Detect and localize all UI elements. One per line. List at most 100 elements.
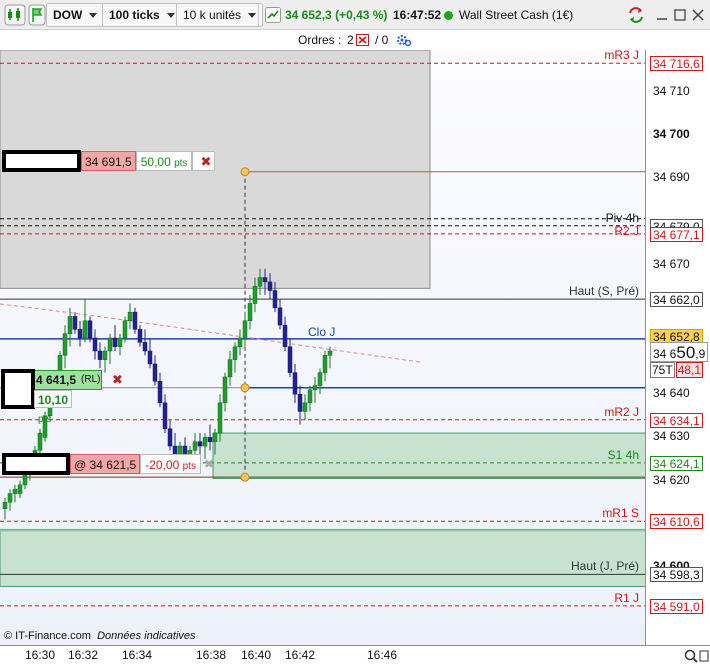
- period-selector[interactable]: 100 ticks: [102, 3, 182, 27]
- limit-order-ticket[interactable]: @ 34 621,5 -20,00 pts ✖: [2, 453, 217, 475]
- stop-order-price: 34 691,5: [81, 151, 136, 171]
- sync-icon[interactable]: [626, 3, 646, 27]
- price-axis[interactable]: 34 710 34 700 34 690 34 670 34 640 34 630 34 6…: [647, 50, 710, 645]
- level-value-9: 34 610,6: [650, 514, 703, 530]
- disclaimer-text: Données indicatives: [97, 630, 196, 642]
- candle-body-65: [327, 350, 333, 356]
- maximize-icon[interactable]: [674, 3, 686, 27]
- candle-body-46: [232, 346, 238, 360]
- candle-body-22: [112, 337, 118, 347]
- candle-body-20: [102, 350, 108, 360]
- stop-order-pts-value: 50,00: [140, 155, 171, 169]
- orders-count: 2: [347, 33, 354, 47]
- candle-body-30: [152, 363, 158, 382]
- candle-body-41: [207, 437, 213, 442]
- current-price-suffix: ,9: [695, 346, 706, 361]
- instrument-name: Wall Street Cash (1€): [459, 8, 574, 22]
- price-tick: 34 620: [653, 472, 690, 487]
- chart-footer: © IT-Finance.com Données indicatives: [4, 630, 196, 642]
- symbol-label: DOW: [53, 8, 83, 22]
- level-value-3: 34 677,1: [650, 226, 703, 242]
- units-selector[interactable]: 10 k unités: [176, 3, 264, 27]
- time-tick: 16:38: [196, 648, 227, 662]
- limit-order-price: @ 34 621,5: [70, 454, 141, 474]
- candle-body-56: [282, 324, 288, 347]
- current-price-big: 50: [676, 342, 696, 362]
- candle-body-18: [92, 337, 98, 352]
- candle-body-21: [107, 337, 113, 352]
- level-value-4: 34 662,0: [650, 292, 703, 308]
- toolbar-divider: [258, 4, 259, 26]
- candle-body-12: [62, 333, 68, 356]
- level-value-8: 34 624,1: [650, 455, 703, 471]
- level-label-4: Haut (S, Pré): [568, 284, 639, 299]
- candle-body-13: [67, 316, 73, 334]
- candle-body-1: [7, 493, 13, 503]
- chart-plot-area[interactable]: mR3 J Piv 4h R2 J Haut (S, Pré) Clo J mR2 J S1…: [0, 50, 646, 645]
- profit-zone-lower: [0, 528, 645, 587]
- price-tick: 34 670: [653, 256, 690, 271]
- candle-body-44: [222, 376, 228, 404]
- candle-body-60: [302, 402, 308, 412]
- candle-body-7: [37, 432, 43, 451]
- time-tick: 16:30: [25, 648, 56, 662]
- orders-pending: / 0: [375, 33, 389, 47]
- candle-body-52: [262, 277, 268, 283]
- axis-menu-icon[interactable]: [699, 650, 709, 664]
- candle-body-54: [272, 290, 278, 309]
- units-label: 10 k unités: [183, 8, 242, 22]
- close-icon[interactable]: [692, 3, 704, 27]
- zoom-icon[interactable]: [684, 649, 698, 664]
- level-label-0: mR3 J: [604, 50, 639, 63]
- cancel-orders-icon[interactable]: [356, 34, 369, 49]
- entry-order-pts: 10,10 pts: [34, 390, 73, 425]
- copyright-text: © IT-Finance.com: [4, 630, 91, 642]
- candle-body-26: [132, 311, 138, 330]
- candle-body-64: [322, 355, 328, 373]
- candle-body-58: [292, 372, 298, 395]
- stop-order-pts-unit: pts: [174, 158, 188, 169]
- level-label-7: mR2 J: [604, 404, 639, 419]
- limit-order-close-icon[interactable]: ✖: [201, 454, 217, 474]
- ask-value: 48,1: [675, 362, 704, 379]
- symbol-selector[interactable]: DOW: [46, 3, 105, 27]
- level-value-11: 34 591,0: [650, 598, 703, 614]
- candle-body-14: [72, 316, 78, 330]
- candle-body-61: [307, 389, 313, 404]
- stop-order-ticket[interactable]: 34 691,5 50,00 pts ✖: [2, 150, 216, 172]
- price-tick: 34 630: [653, 429, 690, 444]
- candle-body-48: [242, 320, 248, 339]
- stop-order-close-icon[interactable]: ✖: [192, 151, 216, 171]
- price-chart[interactable]: [0, 50, 646, 645]
- price-change: (+0,43 %): [335, 8, 388, 22]
- settings-gear-icon[interactable]: [396, 33, 412, 50]
- minimize-icon[interactable]: [656, 3, 668, 27]
- candle-body-55: [277, 307, 283, 326]
- timer-value: 75T: [650, 362, 675, 379]
- chevron-down-icon: [166, 12, 175, 18]
- stop-order-pts: 50,00 pts: [135, 151, 193, 171]
- chart-icon[interactable]: [4, 3, 26, 27]
- time-axis[interactable]: 16:30 16:32 16:34 16:38 16:40 16:42 16:46: [0, 645, 710, 664]
- candle-body-25: [127, 311, 133, 322]
- entry-order-price: 4 641,5: [36, 373, 77, 387]
- entry-order-redacted: [1, 369, 35, 409]
- limit-order-redacted: [2, 453, 70, 475]
- candle-body-57: [287, 346, 293, 373]
- price-tick: 34 690: [653, 170, 690, 185]
- candle-body-39: [197, 441, 203, 447]
- candle-body-17: [87, 320, 93, 339]
- flag-icon[interactable]: [28, 3, 46, 27]
- candle-body-33: [167, 428, 173, 447]
- candle-body-63: [317, 372, 323, 386]
- level-label-3: R2 J: [614, 223, 639, 238]
- level-value-0: 34 716,6: [650, 56, 703, 72]
- entry-order-pts-value: 10,10: [38, 393, 69, 407]
- entry-order-pts-unit: pts: [38, 414, 52, 425]
- entry-order-close-icon[interactable]: ✖: [108, 372, 123, 388]
- quote-time: 16:47:52: [393, 8, 442, 22]
- candle-body-27: [137, 329, 143, 343]
- price-tick: 34 710: [653, 83, 690, 98]
- current-price-label: 34 650,9: [650, 341, 709, 362]
- time-tick: 16:42: [285, 648, 316, 662]
